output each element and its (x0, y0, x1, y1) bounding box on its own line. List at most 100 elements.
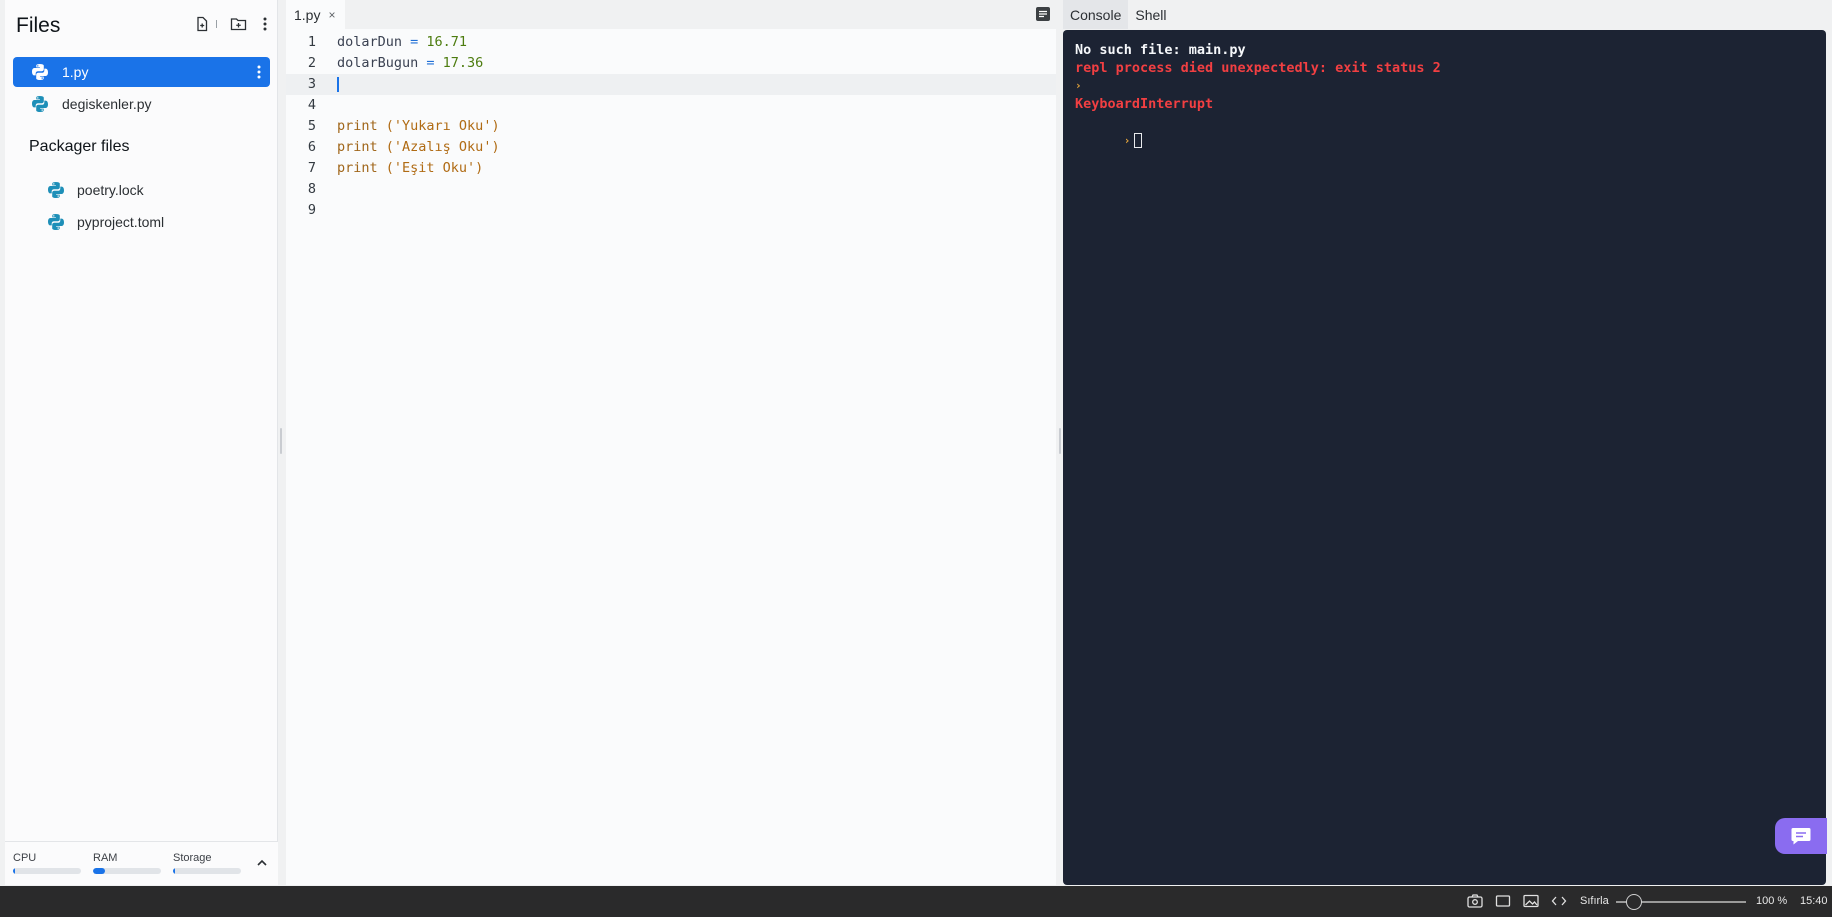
line-content: dolarBugun = 17.36 (337, 53, 483, 74)
file-options-icon[interactable] (256, 63, 262, 81)
console-prompt: › (1075, 79, 1082, 92)
code-line[interactable]: 6 print ('Azalış Oku') (286, 137, 1056, 158)
code-token: dolarDun (337, 34, 403, 50)
text-cursor (337, 77, 339, 92)
console-line: No such file: main.py (1075, 42, 1246, 58)
zoom-reset-button[interactable]: Sıfırla (1580, 895, 1609, 907)
header-divider (216, 20, 217, 28)
ram-label: RAM (93, 852, 118, 864)
sidebar-resize-handle[interactable] (279, 428, 283, 454)
code-token: print (337, 118, 386, 134)
file-name: pyproject.toml (77, 214, 165, 230)
code-line[interactable]: 9 (286, 200, 1056, 221)
storage-label: Storage (173, 852, 212, 864)
cpu-label: CPU (13, 852, 37, 864)
python-file-icon (47, 213, 65, 231)
console-input-line[interactable]: › (1075, 113, 1814, 148)
python-file-icon (47, 181, 65, 199)
console-output[interactable]: No such file: main.py repl process died … (1063, 30, 1826, 885)
line-number: 6 (307, 139, 316, 155)
storage-meter: Storage (173, 852, 241, 874)
code-line[interactable]: 4 (286, 95, 1056, 116)
code-token: 16.71 (426, 34, 468, 50)
packager-files-title: Packager files (29, 138, 130, 155)
window-icon[interactable] (1495, 894, 1511, 908)
code-line[interactable]: 3 (286, 74, 1056, 95)
code-icon[interactable] (1551, 894, 1567, 908)
code-token: ('Yukarı Oku') (385, 118, 500, 134)
ram-meter: RAM (93, 852, 161, 874)
line-number: 1 (307, 34, 316, 50)
tab-1py[interactable]: 1.py × (286, 0, 346, 29)
code-token: = (418, 55, 443, 71)
console-cursor (1134, 132, 1143, 148)
code-token: dolarBugun (337, 55, 419, 71)
more-vertical-icon[interactable] (253, 12, 277, 36)
cpu-meter: CPU (13, 852, 81, 874)
line-number: 2 (307, 55, 316, 71)
python-file-icon (31, 95, 49, 113)
line-number: 3 (307, 76, 316, 92)
code-line[interactable]: 2 dolarBugun = 17.36 (286, 53, 1056, 74)
line-content: print ('Eşit Oku') (337, 158, 483, 179)
code-line[interactable]: 8 (286, 179, 1056, 200)
console-line: repl process died unexpectedly: exit sta… (1075, 60, 1441, 76)
line-number: 5 (307, 118, 316, 134)
file-item-1py[interactable]: 1.py (13, 57, 270, 87)
code-line[interactable]: 5 print ('Yukarı Oku') (286, 116, 1056, 137)
tab-label: 1.py (294, 6, 321, 23)
camera-icon[interactable] (1467, 894, 1483, 908)
cpu-bar (13, 868, 81, 874)
editor-menu-icon[interactable] (1034, 5, 1052, 23)
line-number: 4 (307, 97, 316, 113)
cpu-bar-fill (13, 868, 16, 874)
editor-pane: 1.py × 1 dolarDun = 16.71 2 dolarBugun = 17… (286, 0, 1056, 885)
console-line: KeyboardInterrupt (1075, 96, 1214, 112)
code-editor[interactable]: 1 dolarDun = 16.71 2 dolarBugun = 17.36 3 4 5 p… (286, 32, 1056, 221)
editor-tabbar: 1.py × (286, 0, 1056, 29)
new-folder-icon[interactable] (226, 12, 250, 36)
tab-console[interactable]: Console (1063, 0, 1129, 29)
console-resize-handle[interactable] (1058, 428, 1062, 454)
files-title: Files (16, 14, 61, 37)
line-number: 8 (307, 181, 316, 197)
code-token: = (402, 34, 427, 50)
console-pane: Console Shell No such file: main.py repl… (1063, 0, 1826, 885)
line-number: 7 (307, 160, 316, 176)
tab-shell[interactable]: Shell (1128, 0, 1173, 29)
console-tabs: Console Shell (1063, 0, 1826, 29)
code-token: print (337, 139, 386, 155)
file-item-pyproject-toml[interactable]: pyproject.toml (13, 207, 270, 237)
code-token: ('Eşit Oku') (385, 160, 484, 176)
file-item-poetry-lock[interactable]: poetry.lock (13, 175, 270, 205)
file-name: degiskenler.py (62, 96, 152, 112)
close-icon[interactable]: × (328, 8, 335, 22)
clock: 15:40 (1800, 895, 1828, 907)
zoom-slider-thumb[interactable] (1626, 894, 1643, 910)
code-token: 17.36 (442, 55, 484, 71)
file-sidebar: Files 1.py degiskenler.py Packager files (5, 0, 278, 885)
line-content: print ('Azalış Oku') (337, 137, 500, 158)
ram-bar (93, 868, 161, 874)
line-number: 9 (307, 202, 316, 218)
code-line[interactable]: 1 dolarDun = 16.71 (286, 32, 1056, 53)
chat-button[interactable] (1775, 818, 1827, 854)
image-icon[interactable] (1523, 894, 1539, 908)
new-file-icon[interactable] (190, 12, 214, 36)
chat-bubble-icon (1791, 828, 1811, 845)
code-token: ('Azalış Oku') (385, 139, 500, 155)
chevron-up-icon[interactable] (255, 856, 269, 870)
storage-bar (173, 868, 241, 874)
code-line[interactable]: 7 print ('Eşit Oku') (286, 158, 1056, 179)
line-content: print ('Yukarı Oku') (337, 116, 500, 137)
zoom-value: 100 % (1756, 895, 1788, 907)
ram-bar-fill (93, 868, 106, 874)
file-name: poetry.lock (77, 182, 144, 198)
storage-bar-fill (173, 868, 176, 874)
console-prompt: › (1123, 134, 1131, 147)
line-content: dolarDun = 16.71 (337, 32, 467, 53)
resource-usage[interactable]: CPU RAM Storage (5, 841, 278, 885)
file-name: 1.py (62, 64, 89, 80)
python-file-icon (31, 63, 49, 81)
file-item-degiskenler[interactable]: degiskenler.py (13, 89, 270, 119)
